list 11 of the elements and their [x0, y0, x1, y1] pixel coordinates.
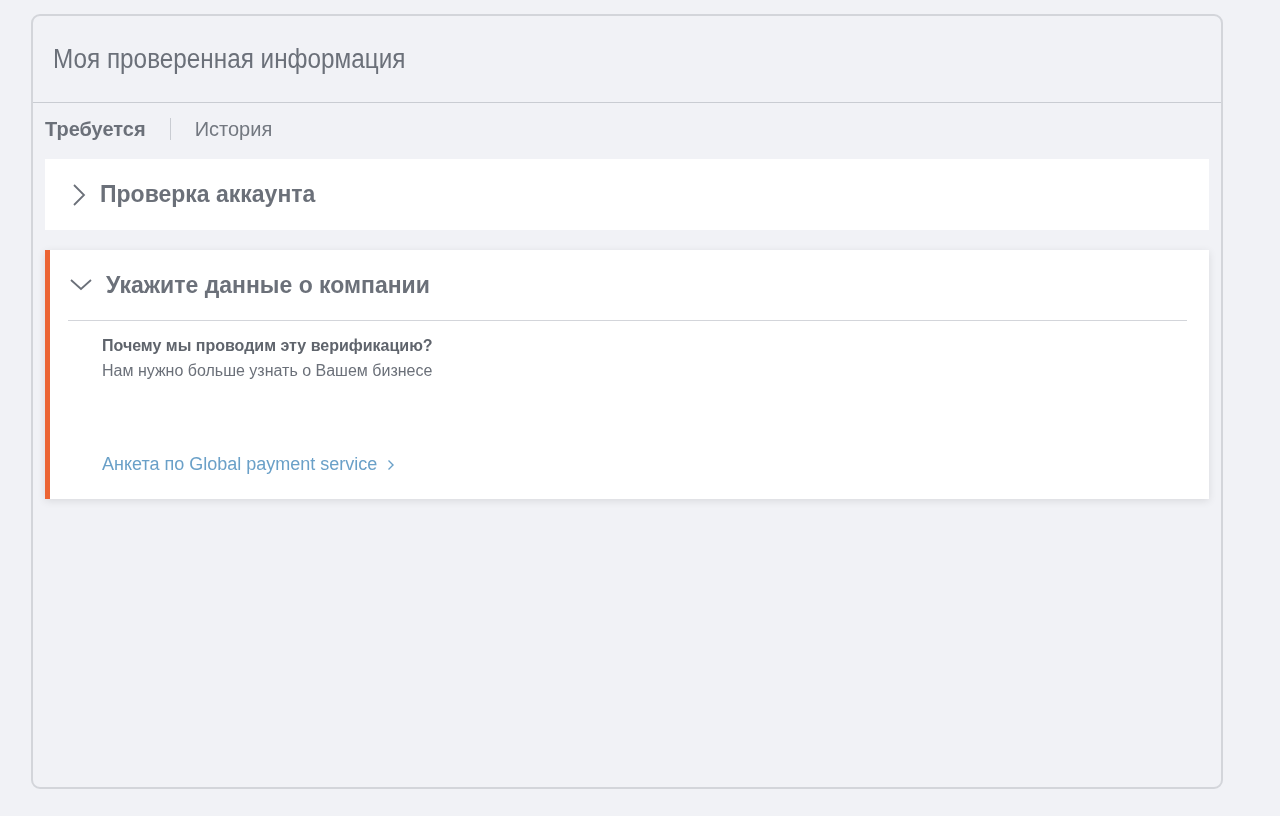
question-text: Почему мы проводим эту верификацию?	[102, 337, 434, 355]
questionnaire-link[interactable]: Анкета по Global payment service	[102, 454, 396, 475]
chevron-right-icon	[387, 458, 396, 471]
chevron-right-icon	[72, 183, 86, 206]
accordion-header[interactable]: Укажите данные о компании	[68, 250, 1187, 321]
accordion-header[interactable]: Проверка аккаунта	[50, 159, 1209, 230]
tab[interactable]: История	[194, 117, 273, 141]
chevron-down-icon	[70, 278, 92, 292]
panel-title: Моя проверенная информация	[53, 43, 406, 75]
answer-text: Нам нужно больше узнать о Вашем бизнесе	[102, 362, 434, 380]
tab[interactable]: Требуется	[45, 117, 146, 141]
